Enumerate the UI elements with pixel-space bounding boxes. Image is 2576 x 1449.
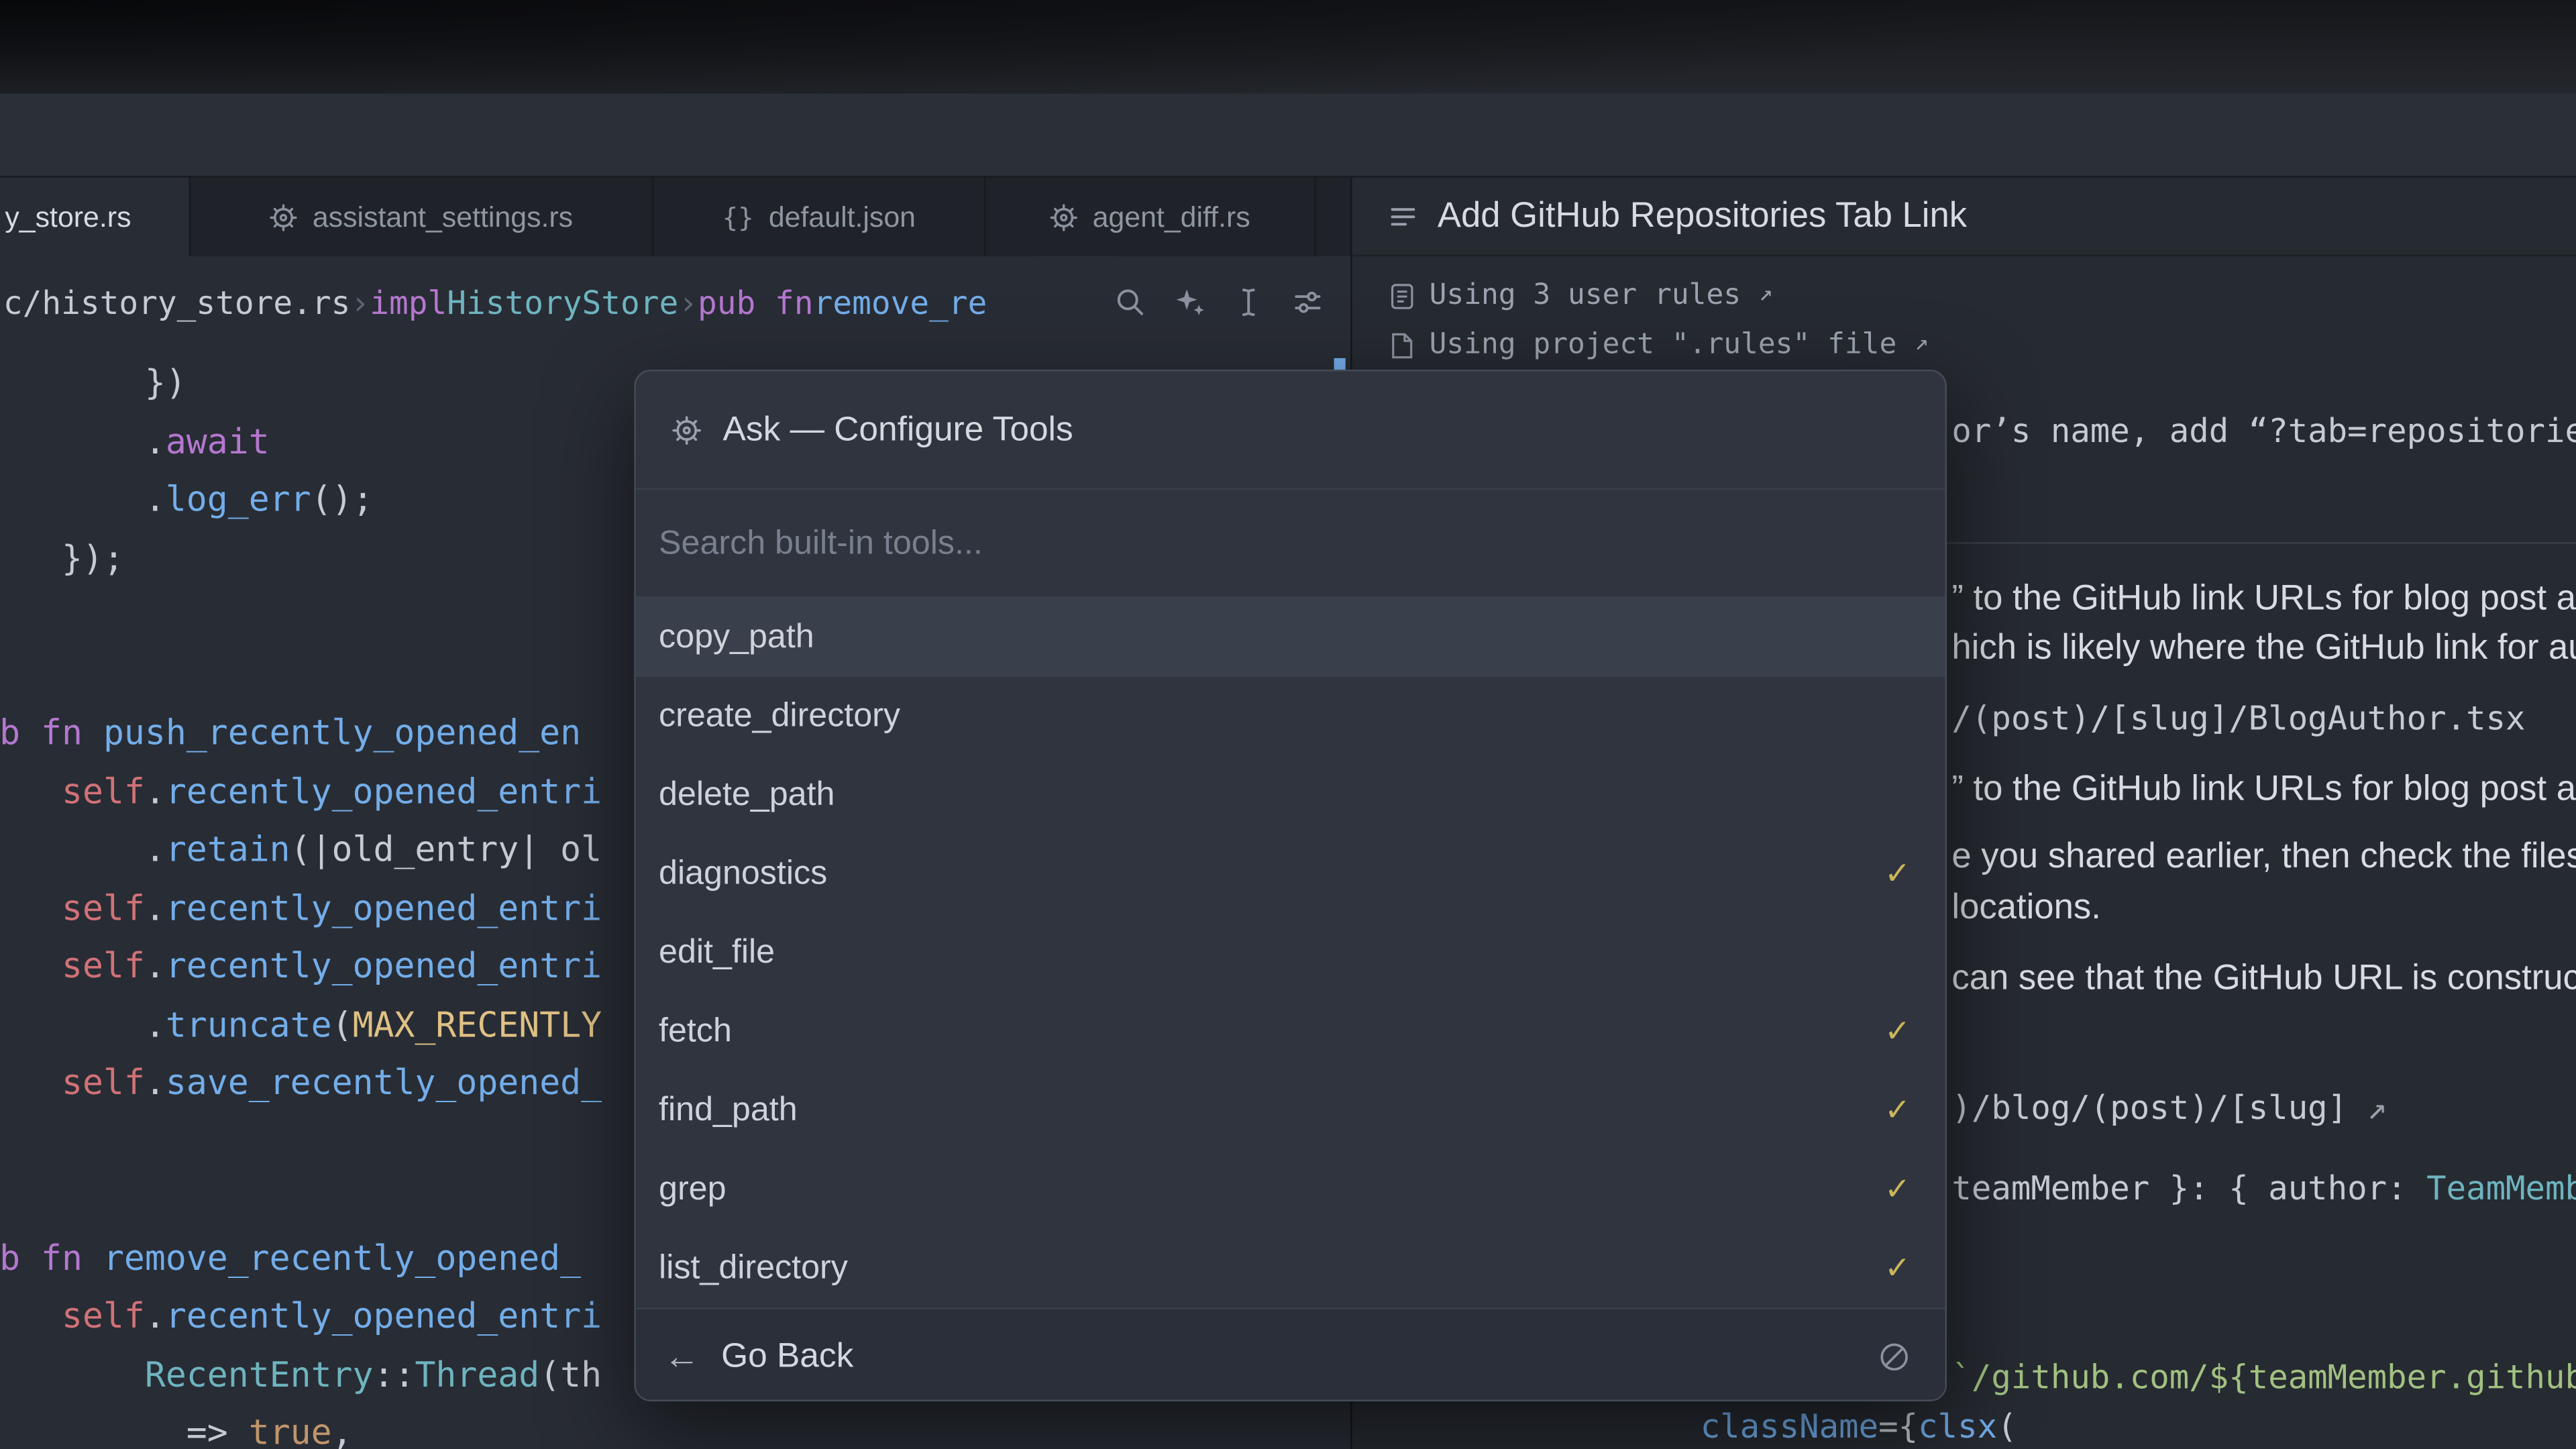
tab-label: y_store.rs	[5, 200, 131, 234]
tool-list: copy_path create_directory delete_pathdiag…	[636, 598, 1945, 1307]
tab-agent-diff-rs[interactable]: agent_diff.rs	[985, 177, 1316, 256]
rules-section: Using 3 user rules↗Using project ".rules…	[1352, 256, 2576, 366]
tool-list_directory[interactable]: list_directory ✓	[636, 1229, 1945, 1308]
tab-y-store-rs[interactable]: y_store.rs	[0, 177, 191, 256]
check-icon: ✓	[1884, 855, 1911, 893]
check-icon: ✓	[1884, 1249, 1911, 1287]
tool-diagnostics[interactable]: diagnostics ✓	[636, 835, 1945, 914]
search-input[interactable]	[659, 523, 1922, 563]
rule-link[interactable]: Using 3 user rules ↗	[1390, 274, 2576, 317]
filter-icon[interactable]	[1285, 279, 1331, 325]
editor-action-icons	[1108, 279, 1331, 325]
agent-panel-header: Add GitHub Repositories Tab Link	[1352, 177, 2576, 256]
tab-assistant-settings-rs[interactable]: assistant_settings.rs	[191, 177, 654, 256]
tool-find_path[interactable]: find_path ✓	[636, 1071, 1945, 1150]
editor-tab-bar: y_store.rs assistant_settings.rs {} default…	[0, 177, 1350, 256]
gear-icon	[672, 415, 702, 444]
code-editor-window: y_store.rs assistant_settings.rs {} default…	[0, 0, 2576, 1449]
tool-delete_path[interactable]: delete_path	[636, 756, 1945, 835]
go-back-label: Go Back	[721, 1336, 853, 1376]
modal-header: Ask — Configure Tools	[636, 371, 1945, 489]
rust-gear-icon	[270, 203, 298, 231]
external-link-icon: ↗	[1915, 330, 1929, 356]
rule-link[interactable]: Using project ".rules" file ↗	[1390, 323, 2576, 366]
tool-name: create_directory	[659, 696, 900, 736]
tool-name: list_directory	[659, 1248, 848, 1288]
titlebar-band	[0, 94, 2576, 178]
tool-copy_path[interactable]: copy_path	[636, 598, 1945, 677]
rule-label: Using project ".rules" file	[1430, 329, 1897, 362]
text-cursor-icon[interactable]	[1226, 279, 1272, 325]
tab-label: agent_diff.rs	[1093, 200, 1250, 234]
tab-label: assistant_settings.rs	[313, 200, 573, 234]
modal-footer[interactable]: ← Go Back	[636, 1307, 1945, 1401]
external-link-icon: ↗	[1759, 281, 1773, 307]
thread-list-icon[interactable]	[1388, 201, 1417, 231]
configure-tools-modal: Ask — Configure Tools copy_path create_di…	[634, 370, 1947, 1401]
tool-grep[interactable]: grep ✓	[636, 1150, 1945, 1229]
breadcrumb[interactable]: c/history_store.rs › impl HistoryStore ›…	[3, 256, 987, 348]
doc-icon	[1390, 282, 1415, 310]
reset-circle-icon[interactable]	[1876, 1338, 1913, 1375]
rust-gear-icon	[1050, 203, 1078, 231]
braces-icon: {}	[722, 201, 754, 233]
modal-title: Ask — Configure Tools	[723, 410, 1073, 449]
back-arrow-icon: ←	[663, 1338, 700, 1375]
window-top-band	[0, 0, 2576, 94]
tab-label: default.json	[769, 200, 916, 234]
check-icon: ✓	[1884, 1091, 1911, 1129]
breadcrumb-fade	[979, 256, 1118, 348]
check-icon: ✓	[1884, 1013, 1911, 1051]
tool-create_directory[interactable]: create_directory	[636, 677, 1945, 756]
agent-thread-title: Add GitHub Repositories Tab Link	[1438, 195, 1967, 236]
tool-name: fetch	[659, 1012, 732, 1052]
rule-label: Using 3 user rules	[1430, 279, 1741, 312]
check-icon: ✓	[1884, 1171, 1911, 1208]
search-icon[interactable]	[1108, 279, 1154, 325]
file-icon	[1390, 331, 1415, 359]
tool-edit_file[interactable]: edit_file	[636, 914, 1945, 993]
editor-toolbar: c/history_store.rs › impl HistoryStore ›…	[0, 256, 1350, 348]
tool-fetch[interactable]: fetch ✓	[636, 992, 1945, 1071]
tool-name: find_path	[659, 1091, 798, 1130]
tab-default-json[interactable]: {} default.json	[654, 177, 986, 256]
modal-search-row	[636, 490, 1945, 598]
tool-name: grep	[659, 1170, 726, 1210]
sparkle-icon[interactable]	[1167, 279, 1213, 325]
tool-name: diagnostics	[659, 854, 827, 894]
tool-name: copy_path	[659, 618, 814, 657]
tool-name: delete_path	[659, 775, 835, 815]
tool-name: edit_file	[659, 933, 775, 973]
